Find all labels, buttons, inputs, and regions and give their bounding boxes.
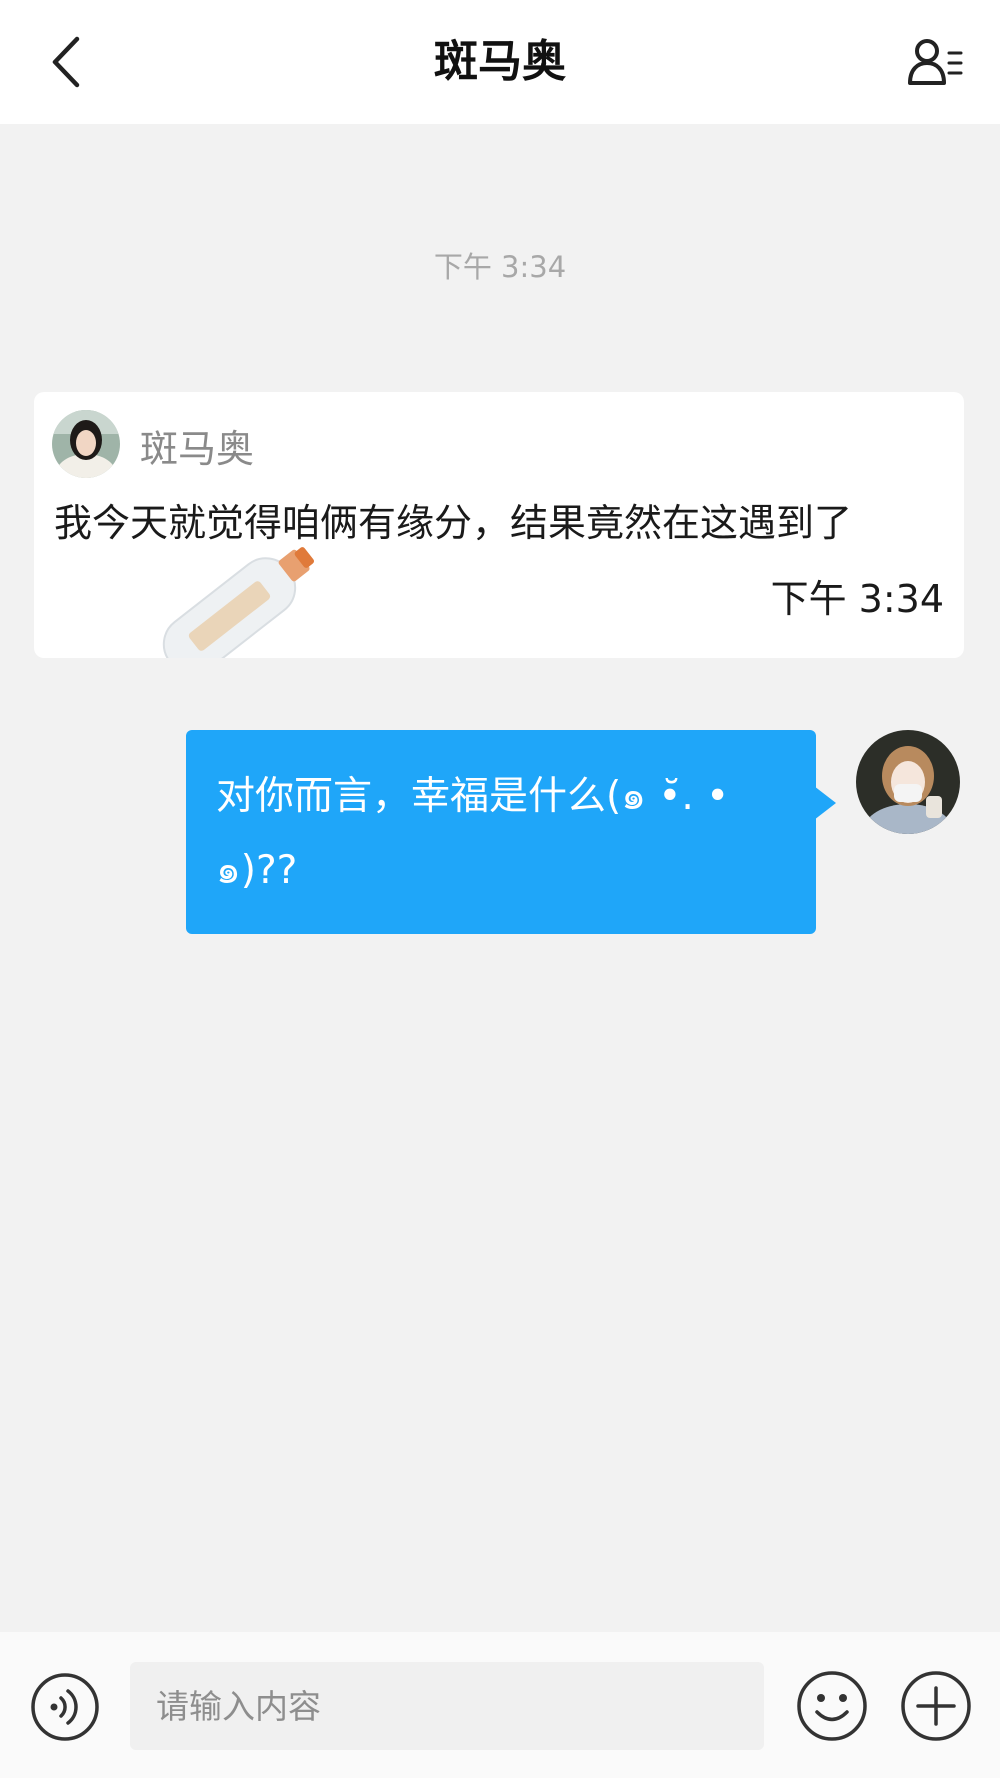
- top-bar: 斑马奥: [0, 0, 1000, 124]
- sender-avatar[interactable]: [52, 410, 120, 478]
- chat-area[interactable]: 下午 3:34 斑马奥 我今天就觉得咱俩有缘分，结果竟然在这遇到了 下午 3:3…: [0, 124, 1000, 1632]
- message-input[interactable]: [130, 1662, 764, 1750]
- bubble-tail: [814, 786, 836, 820]
- chat-title: 斑马奥: [434, 36, 566, 87]
- bottle-message-card[interactable]: 斑马奥 我今天就觉得咱俩有缘分，结果竟然在这遇到了 下午 3:34: [34, 392, 964, 658]
- emoji-button[interactable]: [796, 1670, 868, 1742]
- voice-button[interactable]: [30, 1672, 100, 1742]
- more-button[interactable]: [900, 1670, 972, 1742]
- plus-circle-icon: [901, 1671, 971, 1741]
- message-bottle-icon: [162, 547, 315, 658]
- card-message-time: 下午 3:34: [770, 577, 944, 621]
- voice-icon: [31, 1673, 99, 1741]
- chat-profile-button[interactable]: [900, 30, 970, 94]
- message-timestamp: 下午 3:34: [433, 250, 567, 284]
- outgoing-message-bubble[interactable]: 对你而言，幸福是什么(๑ •̆. • ๑)??: [186, 730, 816, 934]
- input-bar: [0, 1632, 1000, 1778]
- user-list-icon: [908, 39, 963, 85]
- card-message-text: 我今天就觉得咱俩有缘分，结果竟然在这遇到了: [54, 501, 853, 545]
- back-button[interactable]: [36, 30, 96, 94]
- sender-name: 斑马奥: [140, 427, 255, 471]
- chevron-left-icon: [52, 36, 80, 88]
- emoji-icon: [797, 1671, 867, 1741]
- my-avatar[interactable]: [856, 730, 960, 834]
